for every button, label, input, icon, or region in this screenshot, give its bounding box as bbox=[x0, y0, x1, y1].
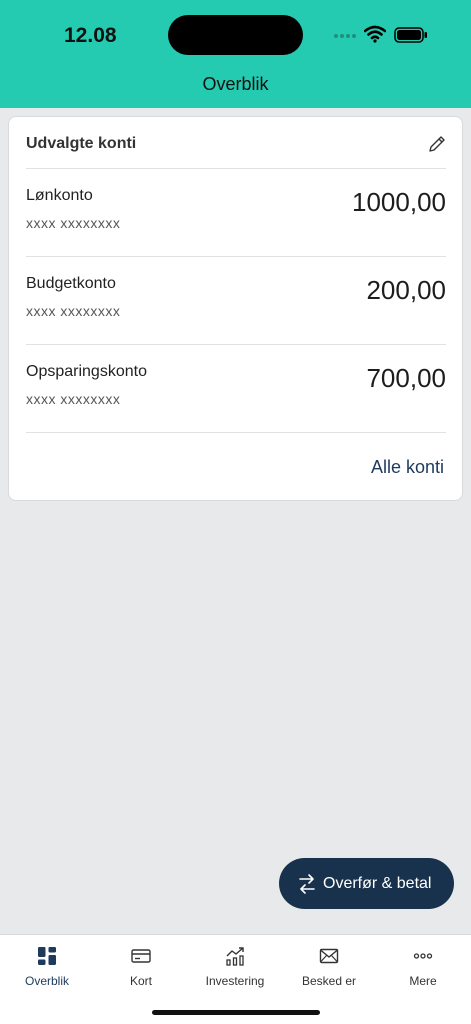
card-icon bbox=[131, 949, 151, 963]
all-accounts-link[interactable]: Alle konti bbox=[371, 457, 444, 478]
tab-label: Investering bbox=[205, 974, 265, 988]
transfer-pay-label: Overfør & betal bbox=[323, 875, 432, 892]
tab-beskeder[interactable]: Besked er bbox=[282, 935, 376, 995]
chart-icon bbox=[226, 947, 244, 966]
account-balance: 200,00 bbox=[366, 275, 446, 305]
tab-label: Besked er bbox=[301, 974, 357, 988]
account-row[interactable]: Budgetkonto xxxx xxxxxxxx 200,00 bbox=[9, 257, 464, 344]
account-number: xxxx xxxxxxxx bbox=[26, 303, 121, 319]
account-row[interactable]: Lønkonto xxxx xxxxxxxx 1000,00 bbox=[9, 169, 464, 256]
account-name: Opsparingskonto bbox=[26, 363, 147, 380]
signal-icon bbox=[334, 34, 356, 38]
transfer-icon bbox=[299, 874, 315, 894]
account-row[interactable]: Opsparingskonto xxxx xxxxxxxx 700,00 bbox=[9, 345, 464, 432]
app-header: 12.08 Overblik bbox=[0, 0, 471, 108]
card-title: Udvalgte konti bbox=[26, 135, 137, 152]
transfer-pay-button[interactable]: Overfør & betal bbox=[279, 858, 454, 909]
account-balance: 1000,00 bbox=[352, 187, 446, 217]
account-number: xxxx xxxxxxxx bbox=[26, 215, 121, 231]
tab-label: Kort bbox=[129, 974, 152, 988]
selected-accounts-card: Udvalgte konti Lønkonto xxxx xxxxxxxx 10… bbox=[8, 116, 463, 501]
tab-label: Overblik bbox=[24, 974, 69, 988]
wifi-icon bbox=[364, 25, 386, 43]
tab-mere[interactable]: Mere bbox=[376, 935, 470, 995]
battery-icon bbox=[394, 27, 427, 43]
tab-investering[interactable]: Investering bbox=[188, 935, 282, 995]
divider bbox=[26, 432, 446, 433]
page-title: Overblik bbox=[202, 74, 269, 94]
home-indicator bbox=[152, 1010, 320, 1015]
account-number: xxxx xxxxxxxx bbox=[26, 391, 121, 407]
tab-label: Mere bbox=[409, 974, 437, 988]
status-time: 12.08 bbox=[64, 24, 117, 47]
dynamic-island bbox=[168, 15, 303, 55]
mail-icon bbox=[319, 948, 339, 964]
dashboard-icon bbox=[38, 947, 56, 965]
tab-kort[interactable]: Kort bbox=[94, 935, 188, 995]
edit-icon[interactable] bbox=[427, 134, 447, 154]
more-icon bbox=[413, 953, 433, 959]
account-name: Budgetkonto bbox=[26, 275, 116, 292]
tab-overblik[interactable]: Overblik bbox=[0, 935, 94, 995]
account-balance: 700,00 bbox=[366, 363, 446, 393]
account-name: Lønkonto bbox=[26, 187, 93, 204]
